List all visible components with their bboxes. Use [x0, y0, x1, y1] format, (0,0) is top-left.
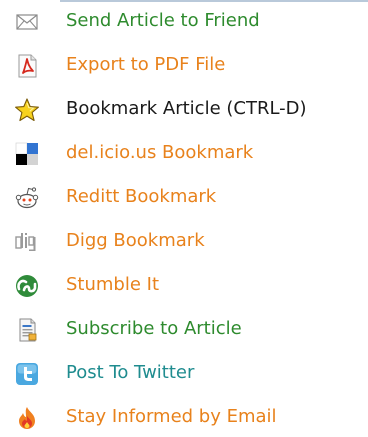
stay-informed-by-email-label: Stay Informed by Email: [66, 406, 277, 427]
reddit-icon: [14, 185, 40, 211]
reddit-bookmark-link[interactable]: Reditt Bookmark: [0, 181, 368, 217]
stay-informed-by-email-link[interactable]: Stay Informed by Email: [0, 401, 368, 437]
digg-bookmark-link[interactable]: Digg Bookmark: [0, 225, 368, 261]
send-article-to-friend-label: Send Article to Friend: [66, 10, 260, 31]
delicious-bookmark-link[interactable]: del.icio.us Bookmark: [0, 137, 368, 173]
stumble-it-link[interactable]: Stumble It: [0, 269, 368, 305]
digg-bookmark-label: Digg Bookmark: [66, 230, 205, 251]
stumble-it-label: Stumble It: [66, 274, 160, 295]
digg-icon: [14, 229, 40, 255]
delicious-icon: [14, 141, 40, 167]
stumbleupon-icon: [14, 273, 40, 299]
subscribe-to-article-label: Subscribe to Article: [66, 318, 242, 339]
subscribe-to-article-link[interactable]: Subscribe to Article: [0, 313, 368, 349]
delicious-bookmark-label: del.icio.us Bookmark: [66, 142, 254, 163]
export-to-pdf-label: Export to PDF File: [66, 54, 226, 75]
send-article-to-friend-link[interactable]: Send Article to Friend: [0, 5, 368, 41]
twitter-icon: [14, 361, 40, 387]
bookmark-article-label: Bookmark Article (CTRL-D): [66, 98, 307, 119]
post-to-twitter-label: Post To Twitter: [66, 362, 195, 383]
export-to-pdf-link[interactable]: Export to PDF File: [0, 49, 368, 85]
reddit-bookmark-label: Reditt Bookmark: [66, 186, 217, 207]
top-divider: [60, 0, 368, 2]
star-icon: [14, 97, 40, 123]
subscribe-icon: [14, 317, 40, 343]
bookmark-article-link[interactable]: Bookmark Article (CTRL-D): [0, 93, 368, 129]
post-to-twitter-link[interactable]: Post To Twitter: [0, 357, 368, 393]
fire-icon: [14, 405, 40, 431]
envelope-icon: [14, 9, 40, 35]
pdf-icon: [14, 53, 40, 79]
